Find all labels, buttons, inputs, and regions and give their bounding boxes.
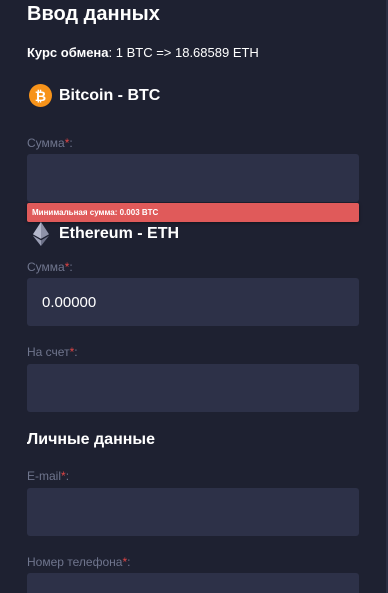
to-amount-input[interactable]: 0.00000 — [27, 278, 359, 326]
from-amount-input[interactable] — [27, 154, 359, 202]
to-amount-label: Сумма*: — [27, 260, 73, 274]
min-amount-error: Минимальная сумма: 0.003 BTC — [27, 203, 359, 222]
phone-input[interactable] — [27, 573, 359, 593]
ethereum-icon — [29, 221, 52, 246]
email-label: E-mail*: — [27, 469, 70, 483]
from-amount-label: Сумма*: — [27, 136, 73, 150]
to-account-input[interactable] — [27, 364, 359, 412]
required-mark: * — [69, 345, 75, 359]
exchange-rate-label: Курс обмена — [27, 45, 109, 60]
form-title: Ввод данных — [27, 3, 160, 25]
personal-data-title: Личные данные — [27, 431, 155, 448]
required-mark: * — [64, 136, 70, 150]
exchange-rate-value: : 1 BTC => 18.68589 ETH — [108, 45, 259, 60]
required-mark: * — [61, 469, 66, 483]
bitcoin-icon: ₿ — [29, 84, 52, 107]
email-input[interactable] — [27, 488, 359, 536]
phone-label: Номер телефона*: — [27, 555, 131, 569]
from-currency-name: Bitcoin - BTC — [59, 86, 161, 104]
to-account-label: На счет*: — [27, 345, 78, 359]
required-mark: * — [64, 260, 70, 274]
to-currency-header: Ethereum - ETH — [29, 221, 180, 246]
required-mark: * — [122, 555, 128, 569]
exchange-rate: Курс обмена: 1 BTC => 18.68589 ETH — [27, 45, 259, 61]
from-currency-header: ₿ Bitcoin - BTC — [29, 84, 160, 107]
to-currency-name: Ethereum - ETH — [59, 224, 180, 242]
